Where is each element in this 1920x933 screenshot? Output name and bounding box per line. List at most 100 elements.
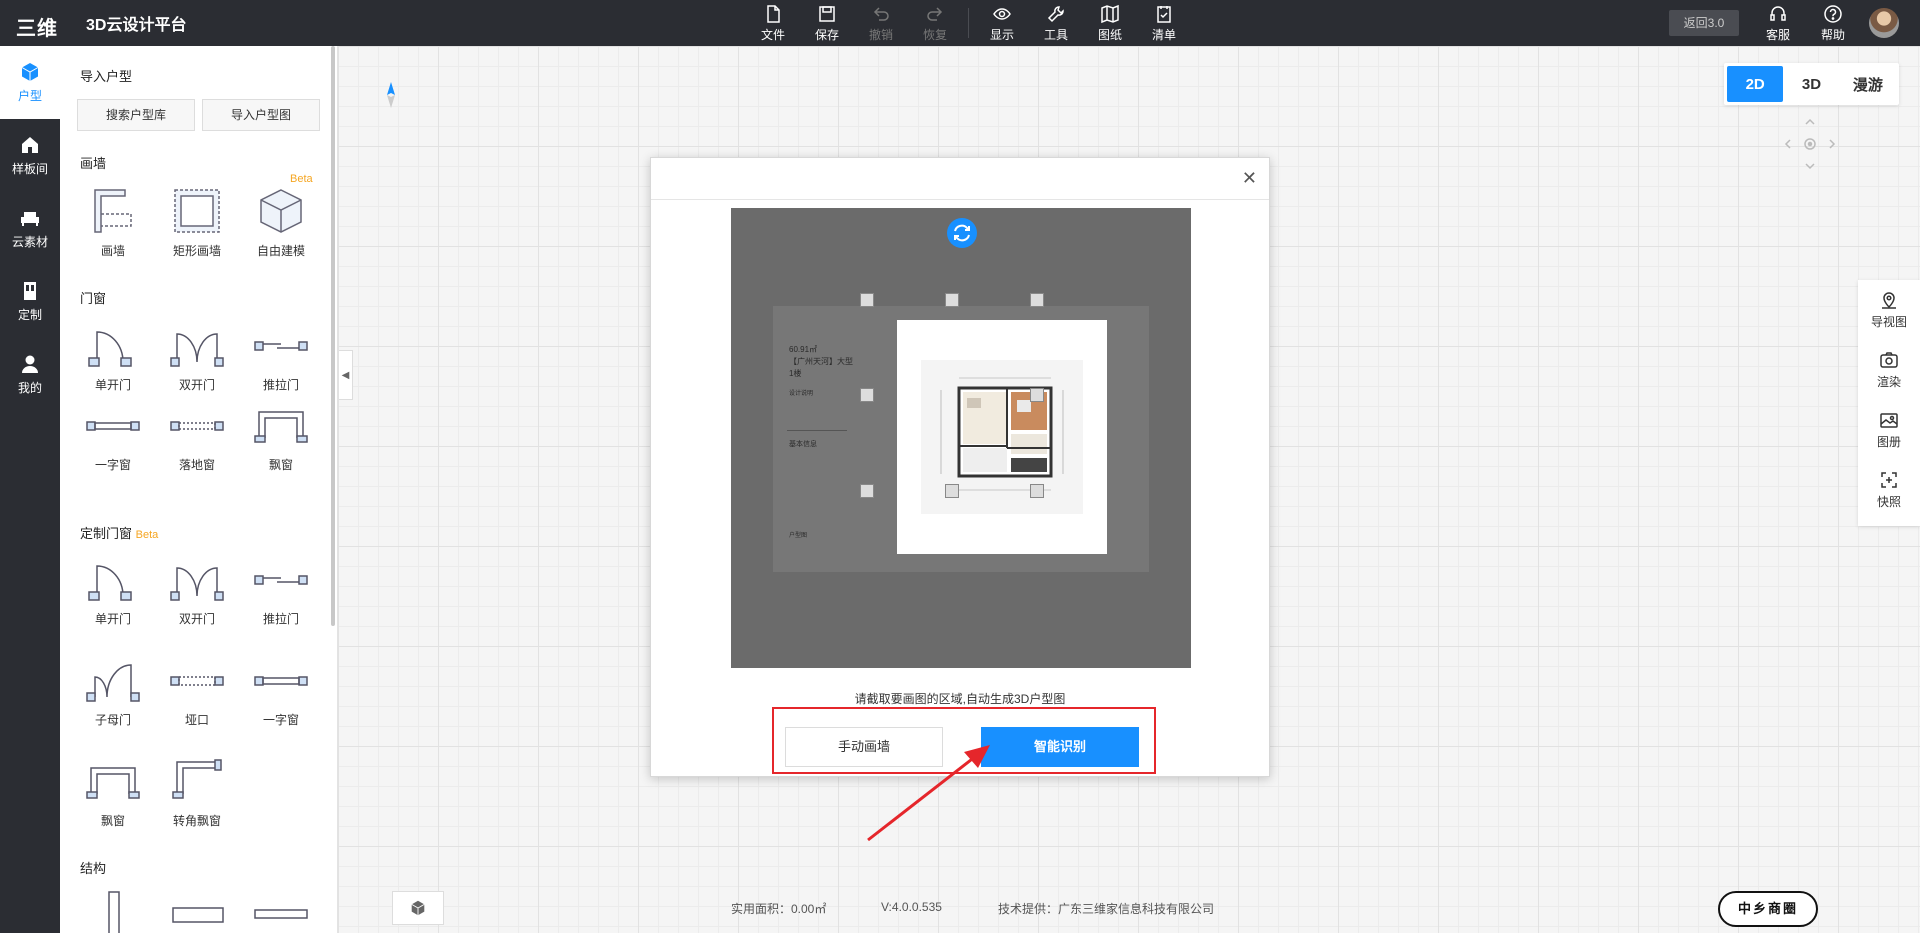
nav-item-floorplan[interactable]: 户型 — [0, 46, 60, 119]
item-straight-window[interactable]: 一字窗 — [71, 398, 155, 482]
import-floorplan-dialog: ✕ 60.91㎡ 【广州天河】大型 1楼 设计说明 基本信息 户型图 请截取要画… — [650, 157, 1270, 777]
item-custom-double-door[interactable]: 双开门 — [155, 552, 239, 636]
panel-collapse-toggle[interactable]: ◀ — [339, 350, 353, 400]
slab-icon — [254, 909, 308, 919]
crop-handle-bottom-right[interactable] — [1030, 484, 1044, 498]
file-icon — [767, 4, 780, 23]
item-custom-single-door[interactable]: 单开门 — [71, 552, 155, 636]
item-column[interactable] — [71, 886, 155, 933]
annotation-arrow — [867, 745, 990, 842]
item-free-model[interactable]: 自由建模 — [239, 184, 323, 268]
crop-handle-right[interactable] — [1030, 388, 1044, 402]
nav-item-sample-room[interactable]: 样板间 — [0, 119, 60, 192]
nav-item-custom[interactable]: 定制 — [0, 265, 60, 338]
item-custom-straight-window[interactable]: 一字窗 — [239, 653, 323, 737]
snapshot-icon — [1881, 472, 1897, 488]
crop-handle-top[interactable] — [945, 293, 959, 307]
smart-recognize-button[interactable]: 智能识别 — [981, 727, 1139, 767]
location-icon — [1882, 292, 1896, 309]
nav-item-cloud-assets[interactable]: 云素材 — [0, 192, 60, 265]
dialog-header: ✕ — [651, 158, 1269, 200]
logo-mark: 三维家 — [16, 18, 58, 69]
crop-handle-top-right[interactable] — [1030, 293, 1044, 307]
sliding-door-icon — [254, 341, 308, 351]
camera-icon — [1880, 352, 1898, 368]
top-bar: 三维家 3D云设计平台 文件 保存 撤销 恢复 显示 工具 — [0, 0, 1920, 69]
nav-item-mine[interactable]: 我的 — [0, 338, 60, 411]
provider-label: 技术提供：广东三维家信息科技有限公司 — [998, 902, 1215, 916]
render-button[interactable]: 渲染 — [1858, 340, 1920, 400]
crop-handle-bottom[interactable] — [945, 484, 959, 498]
view-roam-button[interactable]: 漫游 — [1840, 66, 1896, 102]
item-floor-window[interactable]: 落地窗 — [155, 398, 239, 482]
snapshot-button[interactable]: 快照 — [1858, 460, 1920, 520]
app-title: 3D云设计平台 — [86, 17, 187, 34]
pan-control-icon[interactable] — [1782, 116, 1838, 172]
left-nav: 户型 样板间 云素材 定制 我的 — [0, 46, 60, 933]
straight-window-icon — [86, 421, 140, 431]
help-icon — [1824, 4, 1842, 23]
service-button[interactable]: 客服 — [1756, 0, 1800, 46]
item-custom-bay-window[interactable]: 飘窗 — [71, 754, 155, 838]
display-button[interactable]: 显示 — [975, 0, 1029, 46]
item-opening[interactable]: 垭口 — [155, 653, 239, 737]
item-sliding-door[interactable]: 推拉门 — [239, 318, 323, 402]
compass-icon — [387, 82, 395, 108]
item-double-door[interactable]: 双开门 — [155, 318, 239, 402]
doc-line: 1楼 — [789, 369, 802, 378]
guide-view-button[interactable]: 导视图 — [1858, 280, 1920, 340]
doc-line: 设计说明 — [789, 391, 814, 397]
view-cube-button[interactable] — [392, 891, 444, 925]
item-custom-sliding-door[interactable]: 推拉门 — [239, 552, 323, 636]
opening-icon — [170, 676, 224, 686]
search-floorplan-button[interactable]: 搜索户型库 — [77, 99, 195, 131]
floor-window-icon — [170, 421, 224, 431]
section-title-draw-wall: 画墙 — [80, 156, 107, 171]
house-icon — [22, 137, 38, 153]
item-slab[interactable] — [239, 886, 323, 933]
item-bay-window[interactable]: 飘窗 — [239, 398, 323, 482]
save-button[interactable]: 保存 — [800, 0, 854, 46]
crop-handle-top-left[interactable] — [860, 293, 874, 307]
checklist-icon — [1157, 5, 1171, 23]
panel-scrollbar[interactable] — [331, 46, 335, 626]
view-3d-button[interactable]: 3D — [1783, 66, 1839, 102]
album-icon — [1880, 413, 1898, 428]
column-icon — [108, 891, 120, 933]
drawings-button[interactable]: 图纸 — [1083, 0, 1137, 46]
list-button[interactable]: 清单 — [1137, 0, 1191, 46]
item-mother-child-door[interactable]: 子母门 — [71, 653, 155, 737]
headset-icon — [1770, 5, 1786, 21]
mother-child-door-icon — [86, 664, 140, 702]
right-toolbar: 导视图 渲染 图册 快照 — [1858, 280, 1920, 526]
undo-button[interactable]: 撤销 — [854, 0, 908, 46]
view-2d-button[interactable]: 2D — [1727, 66, 1784, 102]
item-single-door[interactable]: 单开门 — [71, 318, 155, 402]
redo-button[interactable]: 恢复 — [908, 0, 962, 46]
crop-handle-left[interactable] — [860, 388, 874, 402]
item-draw-wall[interactable]: 画墙 — [71, 184, 155, 268]
return-button[interactable]: 返回3.0 — [1669, 10, 1739, 36]
doc-line: 基本信息 — [789, 441, 817, 448]
user-icon — [22, 355, 38, 373]
draw-wall-icon — [94, 189, 132, 233]
sofa-icon — [21, 212, 39, 226]
rotate-icon[interactable] — [947, 218, 977, 248]
album-button[interactable]: 图册 — [1858, 400, 1920, 460]
double-door-icon — [170, 567, 224, 601]
item-rect-wall[interactable]: 矩形画墙 — [155, 184, 239, 268]
tools-button[interactable]: 工具 — [1029, 0, 1083, 46]
file-button[interactable]: 文件 — [746, 0, 800, 46]
item-beam[interactable] — [155, 886, 239, 933]
help-button[interactable]: 帮助 — [1811, 0, 1855, 46]
crop-selection[interactable] — [897, 320, 1107, 554]
close-icon[interactable]: ✕ — [1242, 168, 1257, 188]
section-title-import: 导入户型 — [80, 69, 133, 84]
avatar[interactable] — [1869, 8, 1899, 38]
cabinet-icon — [24, 282, 36, 300]
item-corner-bay-window[interactable]: 转角飘窗 — [155, 754, 239, 838]
crop-handle-bottom-left[interactable] — [860, 484, 874, 498]
doc-divider — [787, 430, 847, 431]
crop-area[interactable]: 60.91㎡ 【广州天河】大型 1楼 设计说明 基本信息 户型图 — [731, 208, 1191, 668]
import-floorplan-button[interactable]: 导入户型图 — [202, 99, 320, 131]
